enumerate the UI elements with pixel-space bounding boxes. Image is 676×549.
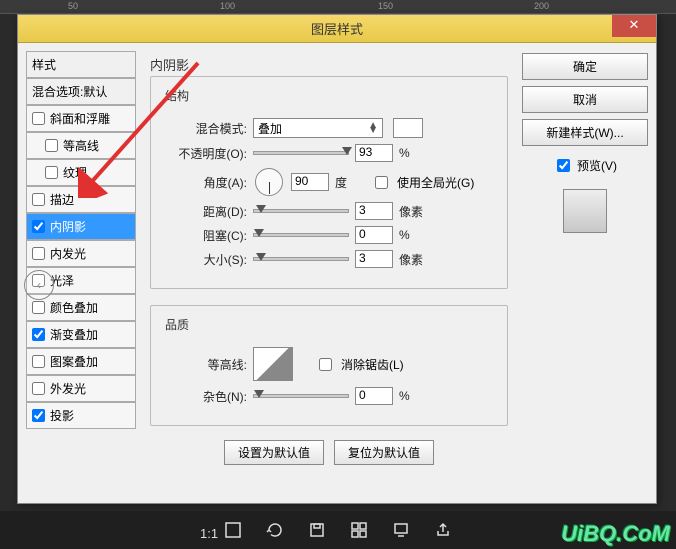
style-item-pattern-overlay[interactable]: 图案叠加 (26, 348, 136, 375)
checkbox-gradient-overlay[interactable] (32, 328, 45, 341)
size-unit: 像素 (399, 251, 429, 268)
noise-input[interactable]: 0 (355, 387, 393, 405)
style-item-inner-glow[interactable]: 内发光 (26, 240, 136, 267)
contour-label: 等高线: (161, 356, 247, 373)
style-item-gradient-overlay[interactable]: 渐变叠加 (26, 321, 136, 348)
size-slider[interactable] (253, 257, 349, 261)
dialog-title: 图层样式 (18, 19, 656, 38)
watermark: UiBQ.CoM (561, 521, 670, 547)
angle-input[interactable]: 90 (291, 173, 329, 191)
checkbox-contour[interactable] (45, 139, 58, 152)
style-label: 斜面和浮雕 (50, 110, 110, 127)
angle-label: 角度(A): (161, 174, 247, 191)
close-button[interactable]: ✕ (612, 15, 656, 37)
noise-label: 杂色(N): (161, 388, 247, 405)
style-label: 图案叠加 (50, 353, 98, 370)
zoom-level[interactable]: 1:1 (200, 526, 218, 541)
style-item-inner-shadow[interactable]: 内阴影 (26, 213, 136, 240)
checkbox-pattern-overlay[interactable] (32, 355, 45, 368)
fit-icon[interactable] (224, 521, 242, 539)
style-label: 等高线 (63, 137, 99, 154)
quality-fieldset: 品质 等高线: 消除锯齿(L) 杂色(N): 0 % (150, 305, 508, 426)
blend-options-item[interactable]: 混合选项:默认 (26, 78, 136, 105)
style-label: 纹理 (63, 164, 87, 181)
checkbox-bevel[interactable] (32, 112, 45, 125)
preview-checkbox[interactable] (557, 159, 570, 172)
style-label: 内发光 (50, 245, 86, 262)
checkbox-texture[interactable] (45, 166, 58, 179)
save-icon[interactable] (308, 521, 326, 539)
checkbox-stroke[interactable] (32, 193, 45, 206)
refresh-icon[interactable] (266, 521, 284, 539)
right-panel: 确定 取消 新建样式(W)... 预览(V) (522, 51, 648, 495)
global-light-label: 使用全局光(G) (397, 174, 474, 191)
distance-label: 距离(D): (161, 203, 247, 220)
size-input[interactable]: 3 (355, 250, 393, 268)
blend-mode-select[interactable]: 叠加 ▲▼ (253, 118, 383, 138)
style-item-outer-glow[interactable]: 外发光 (26, 375, 136, 402)
preview-swatch (563, 189, 607, 233)
opacity-unit: % (399, 146, 429, 160)
distance-input[interactable]: 3 (355, 202, 393, 220)
opacity-label: 不透明度(O): (161, 145, 247, 162)
global-light-checkbox[interactable] (375, 176, 388, 189)
share-icon[interactable] (434, 521, 452, 539)
style-label: 渐变叠加 (50, 326, 98, 343)
checkbox-inner-glow[interactable] (32, 247, 45, 260)
style-item-stroke[interactable]: 描边 (26, 186, 136, 213)
opacity-slider[interactable] (253, 151, 349, 155)
noise-unit: % (399, 389, 429, 403)
blend-mode-label: 混合模式: (161, 120, 247, 137)
shadow-color-swatch[interactable] (393, 118, 423, 138)
choke-label: 阻塞(C): (161, 227, 247, 244)
style-label: 外发光 (50, 380, 86, 397)
new-style-button[interactable]: 新建样式(W)... (522, 119, 648, 146)
antialias-checkbox[interactable] (319, 358, 332, 371)
titlebar: 图层样式 ✕ (18, 15, 656, 43)
reset-default-button[interactable]: 复位为默认值 (334, 440, 434, 465)
angle-dial[interactable] (255, 168, 283, 196)
preview-label: 预览(V) (577, 157, 617, 174)
layer-style-dialog: 图层样式 ✕ 样式 混合选项:默认 斜面和浮雕 等高线 纹理 描边 (17, 14, 657, 504)
style-label: 内阴影 (50, 218, 86, 235)
styles-header: 样式 (26, 51, 136, 78)
checkbox-outer-glow[interactable] (32, 382, 45, 395)
set-default-button[interactable]: 设置为默认值 (224, 440, 324, 465)
structure-fieldset: 结构 混合模式: 叠加 ▲▼ 不透明度(O): 93 % 角度(A) (150, 76, 508, 289)
style-label: 颜色叠加 (50, 299, 98, 316)
distance-slider[interactable] (253, 209, 349, 213)
contour-picker[interactable] (253, 347, 293, 381)
ruler-top: 50 100 150 200 (0, 0, 676, 14)
choke-slider[interactable] (253, 233, 349, 237)
checkbox-inner-shadow[interactable] (32, 220, 45, 233)
distance-unit: 像素 (399, 203, 429, 220)
style-item-drop-shadow[interactable]: 投影 (26, 402, 136, 429)
cancel-button[interactable]: 取消 (522, 86, 648, 113)
noise-slider[interactable] (253, 394, 349, 398)
style-item-texture[interactable]: 纹理 (26, 159, 136, 186)
ok-button[interactable]: 确定 (522, 53, 648, 80)
choke-input[interactable]: 0 (355, 226, 393, 244)
style-item-bevel[interactable]: 斜面和浮雕 (26, 105, 136, 132)
size-label: 大小(S): (161, 251, 247, 268)
center-panel: 内阴影 结构 混合模式: 叠加 ▲▼ 不透明度(O): 93 % (140, 51, 518, 495)
opacity-input[interactable]: 93 (355, 144, 393, 162)
grid-icon[interactable] (350, 521, 368, 539)
checkbox-drop-shadow[interactable] (32, 409, 45, 422)
chevron-left-icon: ‹ (37, 278, 41, 292)
choke-unit: % (399, 228, 429, 242)
style-label: 投影 (50, 407, 74, 424)
structure-legend: 结构 (161, 87, 193, 104)
style-item-contour[interactable]: 等高线 (26, 132, 136, 159)
antialias-label: 消除锯齿(L) (341, 356, 404, 373)
device-icon[interactable] (392, 521, 410, 539)
quality-legend: 品质 (161, 316, 193, 333)
back-button[interactable]: ‹ (24, 270, 54, 300)
section-title: 内阴影 (150, 55, 508, 74)
chevron-updown-icon: ▲▼ (368, 123, 378, 133)
style-label: 描边 (50, 191, 74, 208)
checkbox-color-overlay[interactable] (32, 301, 45, 314)
angle-unit: 度 (335, 174, 365, 191)
